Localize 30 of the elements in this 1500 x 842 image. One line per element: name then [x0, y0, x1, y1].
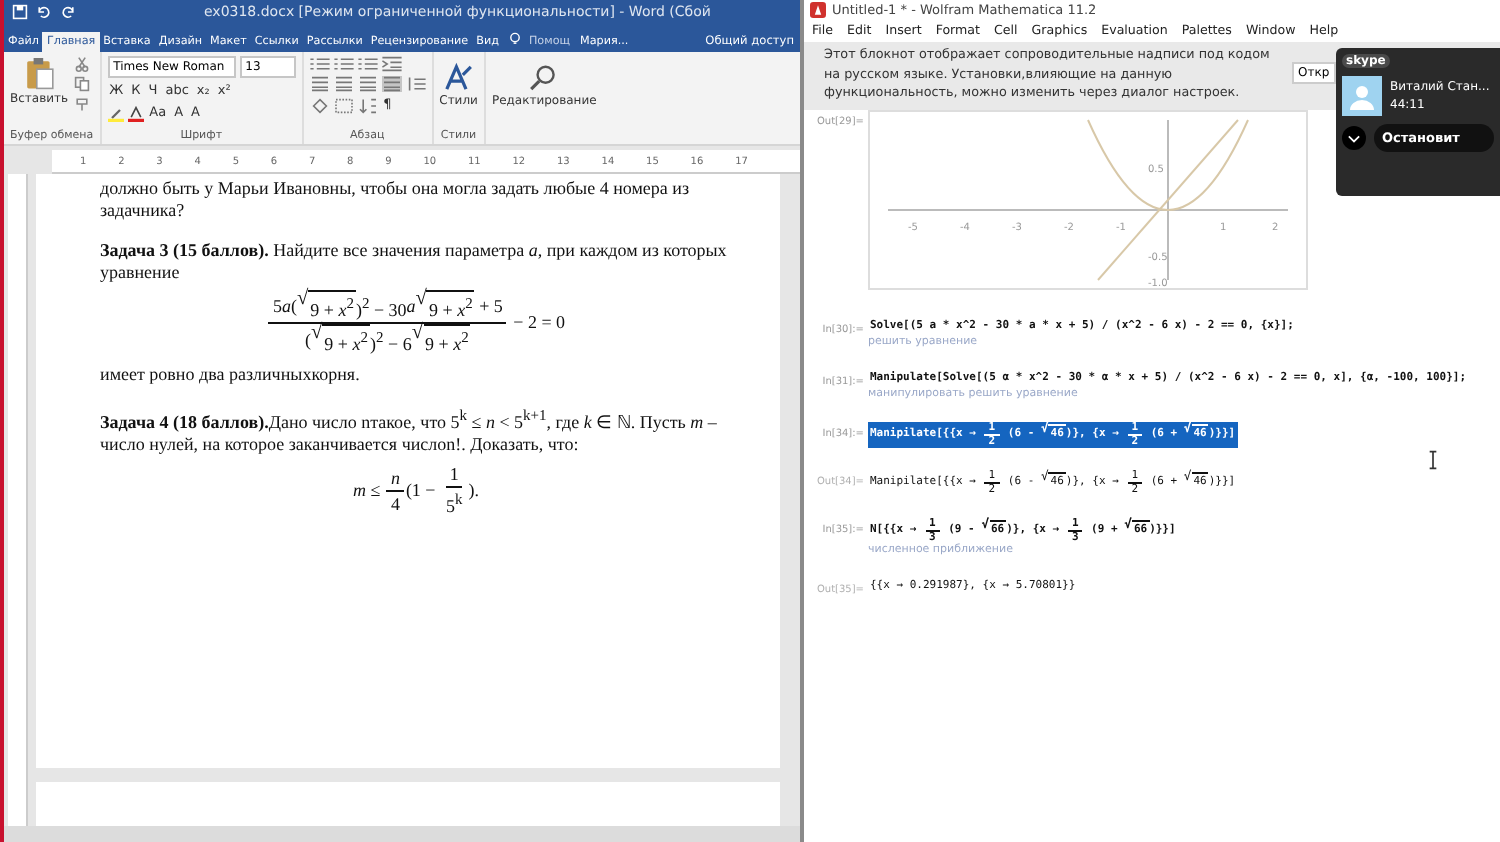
save-icon[interactable] [12, 4, 28, 20]
search-icon [528, 62, 561, 94]
list-icon[interactable] [357, 56, 378, 72]
align-icon[interactable] [381, 76, 402, 92]
brush-icon[interactable] [74, 96, 91, 112]
chevron-down-icon[interactable] [1342, 126, 1366, 150]
font-color-icon[interactable] [127, 105, 144, 121]
paragraph: имеет ровно два различныхкорня. [100, 364, 362, 386]
shading-icon[interactable] [309, 97, 330, 113]
align-icon[interactable] [357, 76, 378, 92]
styles-icon [442, 62, 475, 94]
redo-icon[interactable] [60, 4, 76, 20]
lightbulb-icon[interactable] [508, 32, 523, 46]
undo-icon[interactable] [36, 4, 52, 20]
paragraph: Задача 3 (15 баллов). Найдите все значения параметра a, при каждом из которых уравнение [100, 240, 729, 284]
avatar-icon [1342, 76, 1382, 116]
borders-icon[interactable] [333, 97, 354, 113]
highlighter-icon[interactable] [107, 105, 124, 121]
paragraph: Задача 4 (18 баллов).Дано число nтакое, что 5$^{k}$ ≤ n < 5$^{k+1}$, где k ∈ ℕ. Пусть m – число нулей, на которое заканчивается числоn!. Доказать, что: [100, 404, 719, 456]
list-icon[interactable] [333, 56, 354, 72]
align-icon[interactable] [333, 76, 354, 92]
text-cursor-icon [1428, 449, 1438, 469]
paragraph: должно быть у Марьи Ивановны, чтобы она могла задать любые 4 номера из задачника? [100, 178, 692, 222]
indent-icon[interactable] [381, 56, 402, 72]
scissors-icon[interactable] [74, 56, 91, 72]
align-icon[interactable] [309, 76, 330, 92]
line-spacing-icon[interactable] [405, 76, 426, 92]
sort-icon[interactable] [357, 97, 378, 113]
copy-icon[interactable] [74, 76, 91, 92]
list-icon[interactable] [309, 56, 330, 72]
